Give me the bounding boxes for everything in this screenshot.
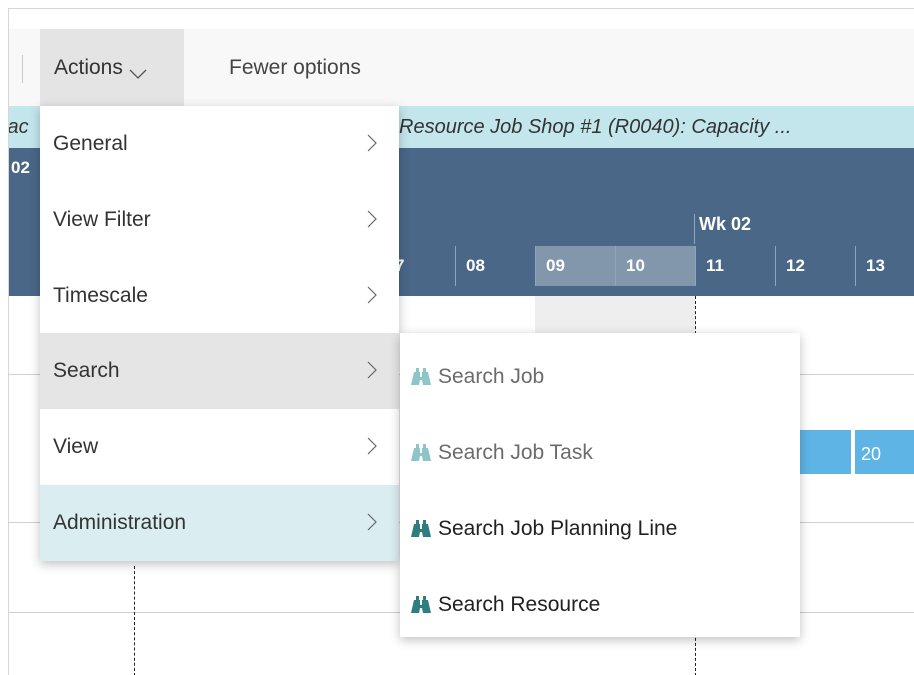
menu-item-label: General bbox=[53, 132, 128, 155]
menu-item-general[interactable]: General bbox=[40, 106, 399, 182]
binoculars-icon bbox=[411, 444, 431, 461]
day-cell[interactable]: 12 bbox=[775, 246, 855, 286]
week-divider bbox=[694, 214, 695, 244]
menu-item-label: View Filter bbox=[53, 208, 151, 231]
today-marker-line bbox=[134, 566, 135, 675]
menu-item-administration[interactable]: Administration bbox=[40, 485, 399, 561]
fewer-options-button[interactable]: Fewer options bbox=[229, 29, 361, 106]
toolbar-divider bbox=[22, 55, 23, 83]
timescale-year-label: 02 bbox=[11, 158, 30, 177]
submenu-item-label: Search Job Planning Line bbox=[438, 517, 678, 540]
chevron-down-icon bbox=[129, 62, 147, 79]
actions-button[interactable]: Actions bbox=[40, 29, 184, 106]
submenu-item-label: Search Resource bbox=[438, 593, 601, 616]
chevron-right-icon bbox=[367, 437, 377, 455]
submenu-item-search-resource[interactable]: Search Resource bbox=[400, 567, 800, 643]
search-submenu: Search Job Search Job Task Search Job Pl… bbox=[400, 333, 800, 637]
day-cell[interactable]: 10 bbox=[615, 246, 695, 286]
binoculars-icon bbox=[411, 368, 431, 385]
menu-item-label: Administration bbox=[53, 511, 187, 534]
submenu-item-search-job[interactable]: Search Job bbox=[400, 339, 800, 415]
binoculars-icon bbox=[411, 520, 431, 537]
day-cell[interactable]: 11 bbox=[695, 246, 775, 286]
gantt-title-fragment: lac bbox=[8, 115, 29, 138]
gantt-bar[interactable]: 20 bbox=[855, 430, 914, 474]
menu-item-timescale[interactable]: Timescale bbox=[40, 258, 399, 334]
gantt-title: Resource Job Shop #1 (R0040): Capacity .… bbox=[399, 115, 792, 138]
submenu-item-search-job-task[interactable]: Search Job Task bbox=[400, 415, 800, 491]
chevron-right-icon bbox=[367, 210, 377, 228]
submenu-item-label: Search Job bbox=[438, 365, 545, 388]
toolbar: Actions Fewer options bbox=[9, 29, 914, 106]
actions-menu: General View Filter Timescale Search Vie… bbox=[40, 106, 399, 561]
submenu-item-search-job-planning-line[interactable]: Search Job Planning Line bbox=[400, 491, 800, 567]
submenu-item-label: Search Job Task bbox=[438, 441, 593, 464]
chevron-right-icon bbox=[367, 361, 377, 379]
binoculars-icon bbox=[411, 596, 431, 613]
chevron-right-icon bbox=[367, 286, 377, 304]
menu-item-search[interactable]: Search bbox=[40, 333, 399, 409]
menu-item-view-filter[interactable]: View Filter bbox=[40, 182, 399, 258]
menu-item-label: Search bbox=[53, 359, 120, 382]
day-cell[interactable]: 08 bbox=[455, 246, 535, 286]
chevron-right-icon bbox=[367, 513, 377, 531]
chevron-right-icon bbox=[367, 134, 377, 152]
timescale-week-label: Wk 02 bbox=[699, 214, 752, 234]
day-cell[interactable]: 09 bbox=[535, 246, 615, 286]
day-cell[interactable]: 13 bbox=[855, 246, 914, 286]
menu-item-label: Timescale bbox=[53, 284, 148, 307]
menu-item-view[interactable]: View bbox=[40, 409, 399, 485]
menu-item-label: View bbox=[53, 435, 99, 458]
actions-button-label: Actions bbox=[54, 55, 123, 79]
